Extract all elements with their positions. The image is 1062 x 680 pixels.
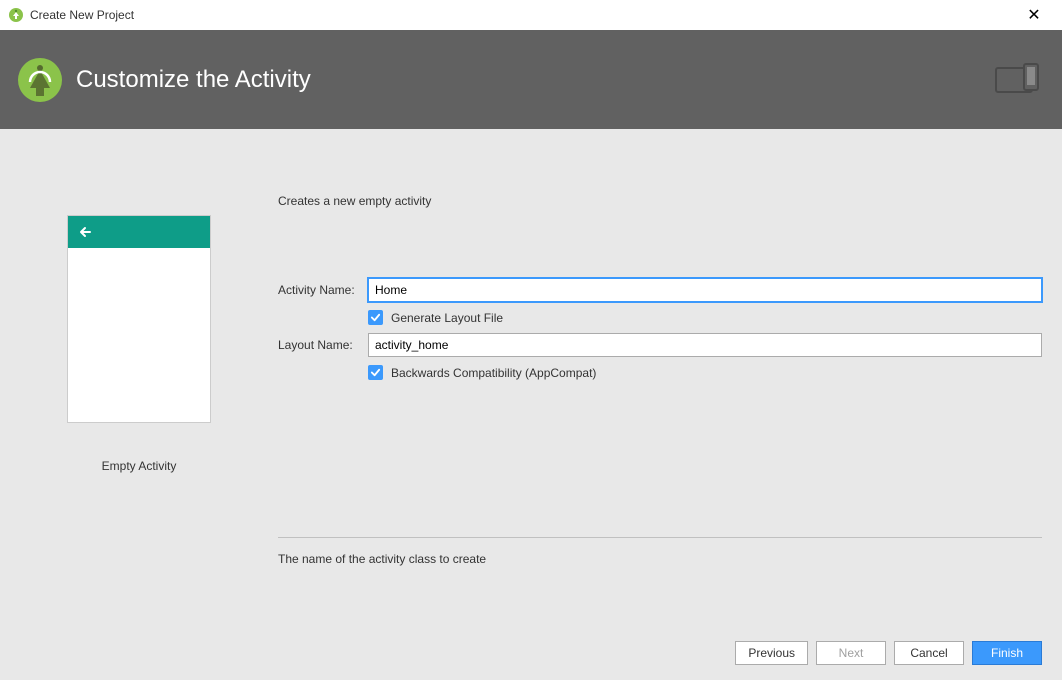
finish-button[interactable]: Finish bbox=[972, 641, 1042, 665]
help-text: The name of the activity class to create bbox=[278, 552, 1042, 566]
layout-name-row: Layout Name: bbox=[278, 333, 1042, 357]
generate-layout-label: Generate Layout File bbox=[391, 311, 503, 325]
separator bbox=[278, 537, 1042, 538]
activity-name-input[interactable] bbox=[368, 278, 1042, 302]
layout-name-label: Layout Name: bbox=[278, 338, 368, 352]
device-icon bbox=[994, 62, 1042, 97]
close-icon[interactable]: ✕ bbox=[1014, 5, 1054, 25]
back-arrow-icon bbox=[78, 224, 94, 240]
preview-label: Empty Activity bbox=[102, 459, 177, 473]
titlebar: Create New Project ✕ bbox=[0, 0, 1062, 30]
backwards-compat-row: Backwards Compatibility (AppCompat) bbox=[368, 365, 1042, 380]
preview-panel: Empty Activity bbox=[0, 129, 278, 626]
banner: Customize the Activity bbox=[0, 30, 1062, 129]
next-button[interactable]: Next bbox=[816, 641, 886, 665]
content-area: Empty Activity Creates a new empty activ… bbox=[0, 129, 1062, 626]
generate-layout-checkbox[interactable] bbox=[368, 310, 383, 325]
activity-name-label: Activity Name: bbox=[278, 283, 368, 297]
window-title: Create New Project bbox=[30, 8, 134, 22]
preview-phone bbox=[67, 215, 211, 423]
activity-name-row: Activity Name: bbox=[278, 278, 1042, 302]
backwards-compat-checkbox[interactable] bbox=[368, 365, 383, 380]
previous-button[interactable]: Previous bbox=[735, 641, 808, 665]
generate-layout-row: Generate Layout File bbox=[368, 310, 1042, 325]
button-bar: Previous Next Cancel Finish bbox=[0, 626, 1062, 680]
layout-name-input[interactable] bbox=[368, 333, 1042, 357]
preview-phone-appbar bbox=[68, 216, 210, 248]
backwards-compat-label: Backwards Compatibility (AppCompat) bbox=[391, 366, 596, 380]
form-panel: Creates a new empty activity Activity Na… bbox=[278, 129, 1062, 626]
banner-title: Customize the Activity bbox=[76, 66, 311, 94]
form-subtitle: Creates a new empty activity bbox=[278, 194, 1042, 208]
android-studio-icon bbox=[8, 7, 24, 23]
cancel-button[interactable]: Cancel bbox=[894, 641, 964, 665]
android-studio-logo bbox=[16, 56, 64, 104]
